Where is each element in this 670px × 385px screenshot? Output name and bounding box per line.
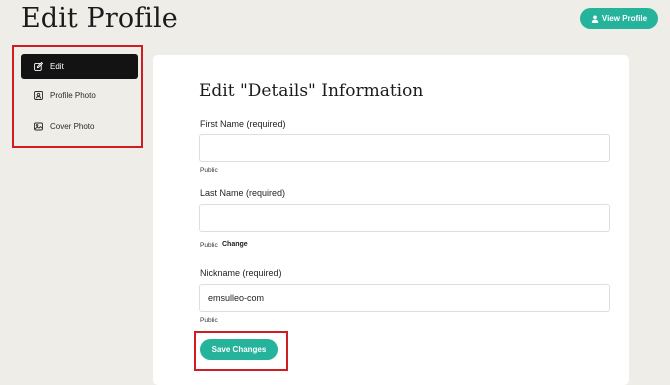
- edit-icon: [34, 62, 43, 71]
- profile-photo-icon: [34, 91, 43, 100]
- sidebar-item-label: Edit: [50, 62, 64, 71]
- user-icon: [591, 15, 599, 23]
- last-name-input[interactable]: [199, 204, 610, 232]
- last-name-label: Last Name (required): [200, 188, 286, 198]
- cover-photo-icon: [34, 122, 43, 131]
- first-name-visibility: Public: [200, 167, 218, 174]
- sidebar-item-cover-photo[interactable]: Cover Photo: [21, 114, 138, 139]
- sidebar-item-profile-photo[interactable]: Profile Photo: [21, 83, 138, 108]
- view-profile-button[interactable]: View Profile: [580, 8, 658, 29]
- sidebar-item-edit[interactable]: Edit: [21, 54, 138, 79]
- sidebar-item-label: Cover Photo: [50, 122, 95, 131]
- nickname-visibility: Public: [200, 317, 218, 324]
- section-title: Edit "Details" Information: [199, 81, 424, 101]
- change-visibility-link[interactable]: Change: [222, 241, 248, 248]
- nickname-input[interactable]: [199, 284, 610, 312]
- view-profile-label: View Profile: [601, 14, 648, 23]
- nickname-label: Nickname (required): [200, 268, 282, 278]
- sidebar-item-label: Profile Photo: [50, 91, 96, 100]
- save-changes-button[interactable]: Save Changes: [200, 339, 278, 360]
- first-name-input[interactable]: [199, 134, 610, 162]
- last-name-visibility: Public: [200, 242, 218, 249]
- first-name-label: First Name (required): [200, 119, 286, 129]
- page-title: Edit Profile: [21, 3, 178, 34]
